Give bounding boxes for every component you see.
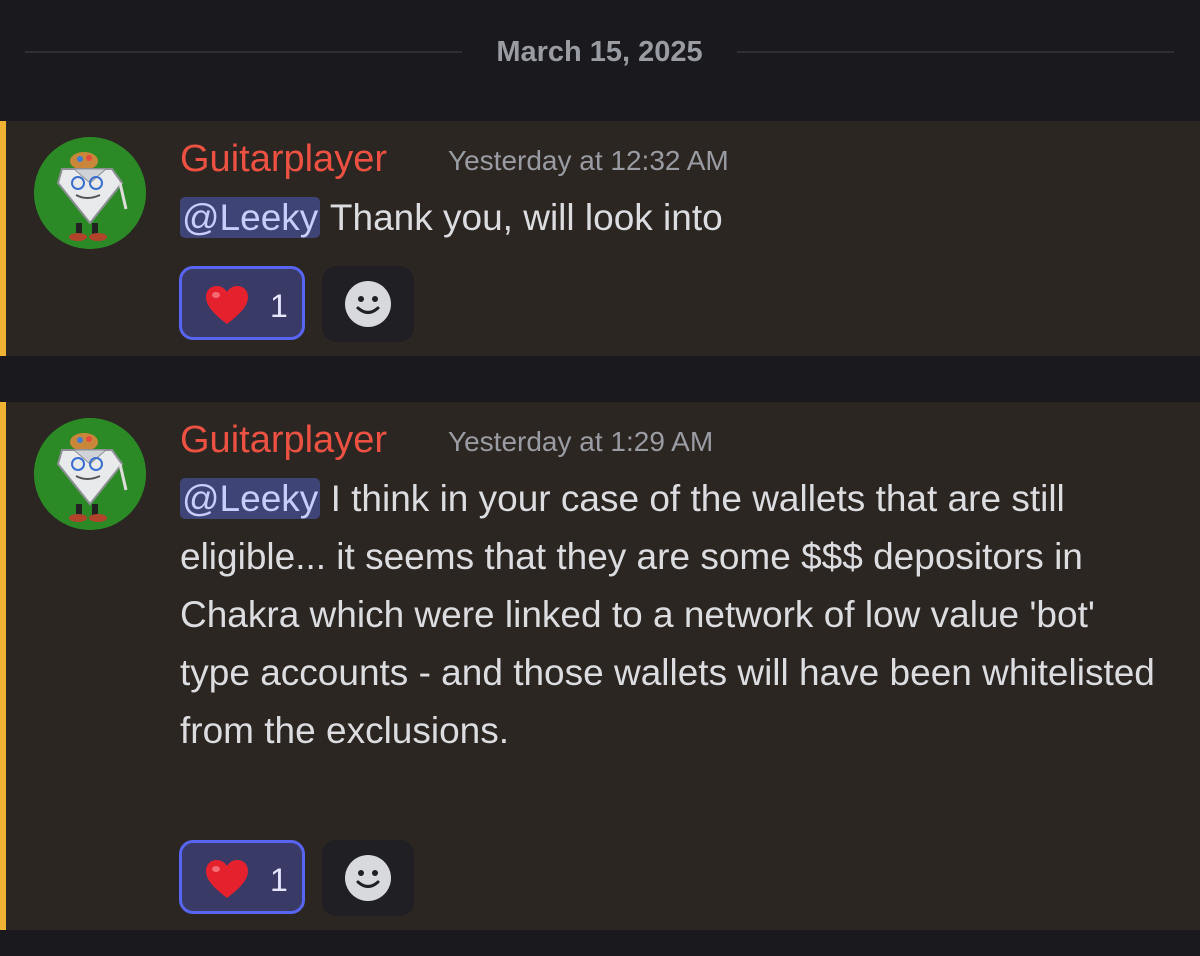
- author-name[interactable]: Guitarplayer: [180, 416, 387, 464]
- reaction-count: 1: [270, 862, 288, 898]
- reaction-heart[interactable]: 1: [179, 840, 305, 914]
- avatar[interactable]: [34, 137, 146, 249]
- user-mention[interactable]: @Leeky: [180, 197, 321, 238]
- heart-emoji-icon: [206, 860, 248, 898]
- message-content: @Leeky Thank you, will look into: [180, 189, 1175, 247]
- message-text: I think in your case of the wallets that…: [180, 478, 1155, 751]
- message[interactable]: Guitarplayer Yesterday at 1:29 AM @Leeky…: [0, 402, 1200, 930]
- add-reaction-button[interactable]: [322, 840, 414, 916]
- divider-line-left: [25, 51, 462, 53]
- date-divider: March 15, 2025: [0, 0, 1200, 104]
- divider-line-right: [737, 51, 1174, 53]
- message[interactable]: Guitarplayer Yesterday at 12:32 AM @Leek…: [0, 121, 1200, 356]
- reactions-bar: 1: [179, 840, 419, 918]
- smile-icon: [345, 855, 391, 901]
- reaction-heart[interactable]: 1: [179, 266, 305, 340]
- message-timestamp[interactable]: Yesterday at 1:29 AM: [448, 424, 713, 460]
- highlight-bar: [0, 402, 6, 930]
- message-content: @Leeky I think in your case of the walle…: [180, 470, 1175, 760]
- message-text: Thank you, will look into: [320, 197, 723, 238]
- divider-date: March 15, 2025: [496, 36, 703, 68]
- avatar[interactable]: [34, 418, 146, 530]
- message-timestamp[interactable]: Yesterday at 12:32 AM: [448, 143, 729, 179]
- user-mention[interactable]: @Leeky: [180, 478, 321, 519]
- avatar-icon: [34, 418, 146, 530]
- reaction-count: 1: [270, 288, 288, 324]
- author-name[interactable]: Guitarplayer: [180, 135, 387, 183]
- reactions-bar: 1: [179, 266, 419, 344]
- add-reaction-button[interactable]: [322, 266, 414, 342]
- highlight-bar: [0, 121, 6, 356]
- avatar-icon: [34, 137, 146, 249]
- smile-icon: [345, 281, 391, 327]
- heart-emoji-icon: [206, 286, 248, 324]
